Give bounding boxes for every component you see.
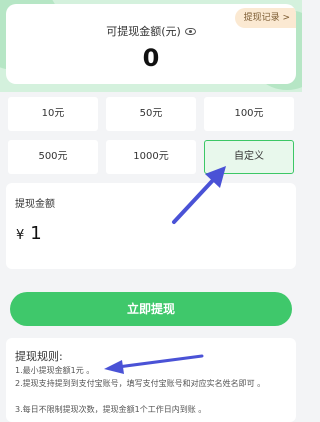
- withdraw-amount-value: 1: [30, 223, 42, 244]
- rules-title: 提现规则:: [15, 350, 63, 363]
- withdraw-amount-title: 提现金额: [15, 199, 55, 210]
- withdraw-amount-input[interactable]: ¥1: [16, 223, 42, 244]
- currency-symbol: ¥: [16, 228, 25, 243]
- amount-option-custom[interactable]: 自定义: [204, 140, 294, 174]
- amount-option-50[interactable]: 50元: [106, 97, 196, 131]
- balance-card: 可提现金额(元) 0 提现记录 >: [6, 4, 296, 84]
- rule-line: 2.提现支持提到到支付宝账号，填写支付宝账号和对应实名姓名即可 。: [15, 379, 266, 388]
- eye-icon[interactable]: [184, 27, 196, 35]
- withdraw-amount-card: 提现金额 ¥1: [6, 183, 296, 269]
- rules-panel: 提现规则: 1.最小提现金额1元 。 2.提现支持提到到支付宝账号，填写支付宝账…: [6, 338, 296, 422]
- amount-option-100[interactable]: 100元: [204, 97, 294, 131]
- balance-label: 可提现金额(元): [106, 25, 181, 38]
- rule-line: 1.最小提现金额1元 。: [15, 366, 95, 375]
- amount-option-500[interactable]: 500元: [8, 140, 98, 174]
- balance-amount: 0: [142, 44, 160, 72]
- withdraw-record-link[interactable]: 提现记录 >: [234, 8, 296, 28]
- rule-line: 3.每日不限制提现次数，提现金额1个工作日内到账 。: [15, 405, 207, 414]
- amount-option-1000[interactable]: 1000元: [106, 140, 196, 174]
- withdraw-submit-button[interactable]: 立即提现: [10, 292, 292, 326]
- amount-option-10[interactable]: 10元: [8, 97, 98, 131]
